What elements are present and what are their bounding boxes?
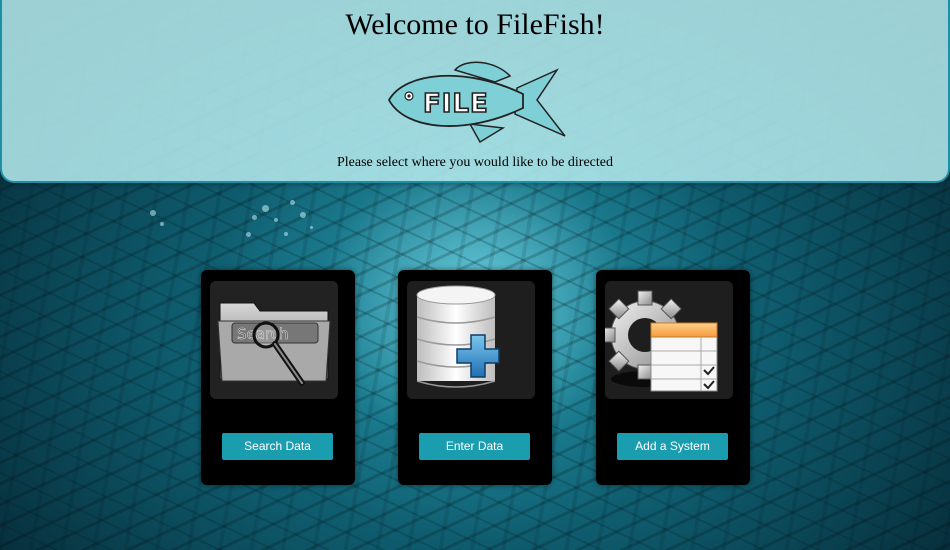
- search-folder-icon: Search: [210, 281, 338, 399]
- page-subtitle: Please select where you would like to be…: [336, 155, 613, 170]
- add-system-button[interactable]: Add a System: [617, 433, 728, 460]
- database-add-icon: [407, 281, 535, 399]
- svg-text:FILE: FILE: [423, 89, 489, 119]
- system-config-icon: [605, 281, 733, 399]
- search-data-button[interactable]: Search Data: [222, 433, 333, 460]
- enter-data-card: Enter Data: [398, 270, 552, 485]
- add-system-card: Add a System: [596, 270, 750, 485]
- welcome-header: Welcome to FileFish! FILE Please select …: [0, 0, 950, 183]
- search-data-card: Search Search Data: [201, 270, 355, 485]
- filefish-logo: FILE: [387, 61, 566, 144]
- page-title: Welcome to FileFish!: [345, 8, 605, 41]
- enter-data-button[interactable]: Enter Data: [419, 433, 530, 460]
